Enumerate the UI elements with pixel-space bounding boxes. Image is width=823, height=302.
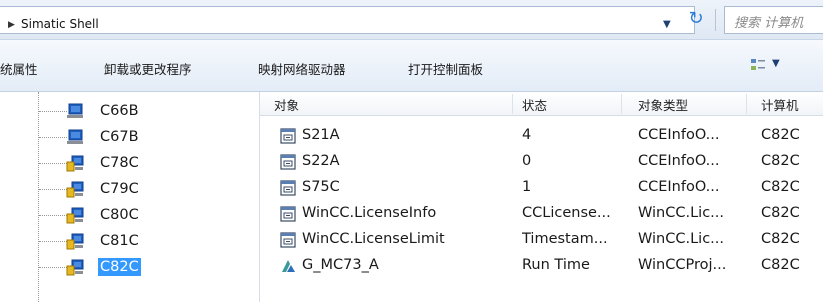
server-computer-icon xyxy=(66,207,84,224)
object-name-cell: S21A xyxy=(302,127,340,143)
tree-item-label[interactable]: C67B xyxy=(98,128,141,146)
object-list: 对象 状态 对象类型 计算机 S21A 4 CCEInfoO... C82C S22A 0… xyxy=(260,92,823,302)
breadcrumb-expand-icon[interactable]: ▶ xyxy=(8,20,15,30)
command-bar: 统属性 卸载或更改程序 映射网络驱动器 打开控制面板 ▼ xyxy=(0,40,823,92)
computer-icon xyxy=(67,103,83,118)
tree-item-label[interactable]: C81C xyxy=(98,232,141,250)
uninstall-program-button[interactable]: 卸载或更改程序 xyxy=(104,59,192,78)
tree-connector-line xyxy=(39,111,67,112)
view-options-button[interactable]: ▼ xyxy=(750,55,800,77)
toolbar-divider xyxy=(715,9,716,31)
info-object-icon xyxy=(280,128,296,144)
computer-cell: C82C xyxy=(761,179,800,195)
object-type-cell: CCEInfoO... xyxy=(638,127,720,143)
search-placeholder: 搜索 计算机 xyxy=(734,16,804,31)
table-row[interactable]: S22A 0 CCEInfoO... C82C xyxy=(260,149,823,175)
tree-connector-line xyxy=(39,241,67,242)
tree-item-label[interactable]: C78C xyxy=(98,154,141,172)
breadcrumb-path[interactable]: Simatic Shell xyxy=(21,17,99,31)
tree-item-label[interactable]: C82C xyxy=(98,258,141,276)
table-row[interactable]: G_MC73_A Run Time WinCCProj... C82C xyxy=(260,253,823,279)
system-properties-button[interactable]: 统属性 xyxy=(0,59,38,78)
table-row[interactable]: WinCC.LicenseLimit Timestam... WinCC.Lic..… xyxy=(260,227,823,253)
tree-item[interactable]: C66B xyxy=(0,98,258,124)
status-cell: Timestam... xyxy=(522,231,608,247)
list-header: 对象 状态 对象类型 计算机 xyxy=(260,92,823,116)
column-header-object[interactable]: 对象 xyxy=(274,95,299,114)
object-name-cell: WinCC.LicenseInfo xyxy=(302,205,437,221)
tree-item[interactable]: C78C xyxy=(0,150,258,176)
object-name-cell: G_MC73_A xyxy=(302,257,379,273)
computer-cell: C82C xyxy=(761,153,800,169)
column-header-status[interactable]: 状态 xyxy=(522,95,547,114)
server-computer-icon xyxy=(66,181,84,198)
status-cell: 1 xyxy=(522,179,532,195)
table-row[interactable]: S21A 4 CCEInfoO... C82C xyxy=(260,123,823,149)
tree-connector-line xyxy=(39,267,67,268)
info-object-icon xyxy=(280,180,296,196)
tree-connector-line xyxy=(39,163,67,164)
wincc-project-icon xyxy=(282,260,295,272)
column-divider[interactable] xyxy=(746,94,747,114)
address-bar: ▶ Simatic Shell ▼ ↻ 搜索 计算机 xyxy=(0,0,823,40)
view-options-icon xyxy=(751,59,765,70)
tree-item[interactable]: C80C xyxy=(0,202,258,228)
info-object-icon xyxy=(280,206,296,222)
server-computer-icon xyxy=(66,155,84,172)
tree-connector-line xyxy=(39,215,67,216)
tree-item[interactable]: C67B xyxy=(0,124,258,150)
object-name-cell: S75C xyxy=(302,179,340,195)
tree-item[interactable]: C81C xyxy=(0,228,258,254)
status-cell: 0 xyxy=(522,153,532,169)
object-name-cell: S22A xyxy=(302,153,340,169)
map-network-drive-button[interactable]: 映射网络驱动器 xyxy=(258,59,346,78)
column-header-object-type[interactable]: 对象类型 xyxy=(638,95,688,114)
tree-item-label[interactable]: C80C xyxy=(98,206,141,224)
address-history-dropdown-icon[interactable]: ▼ xyxy=(663,19,671,30)
computer-cell: C82C xyxy=(761,127,800,143)
object-type-cell: CCEInfoO... xyxy=(638,153,720,169)
computer-cell: C82C xyxy=(761,231,800,247)
view-dropdown-icon: ▼ xyxy=(772,58,780,69)
tree-connector-line xyxy=(39,189,67,190)
tree-item[interactable]: C79C xyxy=(0,176,258,202)
column-divider[interactable] xyxy=(621,94,622,114)
status-cell: 4 xyxy=(522,127,532,143)
server-computer-icon xyxy=(66,233,84,250)
status-cell: Run Time xyxy=(522,257,590,273)
object-name-cell: WinCC.LicenseLimit xyxy=(302,231,445,247)
address-field[interactable]: ▶ Simatic Shell ▼ xyxy=(0,6,695,34)
object-type-cell: WinCCProj... xyxy=(638,257,727,273)
table-row[interactable]: S75C 1 CCEInfoO... C82C xyxy=(260,175,823,201)
tree-item[interactable]: C82C xyxy=(0,254,258,280)
info-object-icon xyxy=(280,154,296,170)
table-row[interactable]: WinCC.LicenseInfo CCLicense... WinCC.Lic..… xyxy=(260,201,823,227)
object-type-cell: WinCC.Lic... xyxy=(638,205,725,221)
info-object-icon xyxy=(280,232,296,248)
navigation-tree[interactable]: C66B C67B C78C C79C C80C C81C C82C xyxy=(0,92,260,302)
column-divider[interactable] xyxy=(512,94,513,114)
tree-connector-line xyxy=(39,137,67,138)
computer-cell: C82C xyxy=(761,205,800,221)
tree-item-label[interactable]: C66B xyxy=(98,102,141,120)
open-control-panel-button[interactable]: 打开控制面板 xyxy=(408,59,483,78)
computer-cell: C82C xyxy=(761,257,800,273)
computer-icon xyxy=(67,129,83,144)
server-computer-icon xyxy=(66,259,84,276)
object-type-cell: WinCC.Lic... xyxy=(638,231,725,247)
status-cell: CCLicense... xyxy=(522,205,611,221)
tree-item-label[interactable]: C79C xyxy=(98,180,141,198)
search-input[interactable]: 搜索 计算机 xyxy=(724,6,823,34)
column-header-computer[interactable]: 计算机 xyxy=(761,95,799,114)
refresh-icon[interactable]: ↻ xyxy=(682,6,710,34)
object-type-cell: CCEInfoO... xyxy=(638,179,720,195)
